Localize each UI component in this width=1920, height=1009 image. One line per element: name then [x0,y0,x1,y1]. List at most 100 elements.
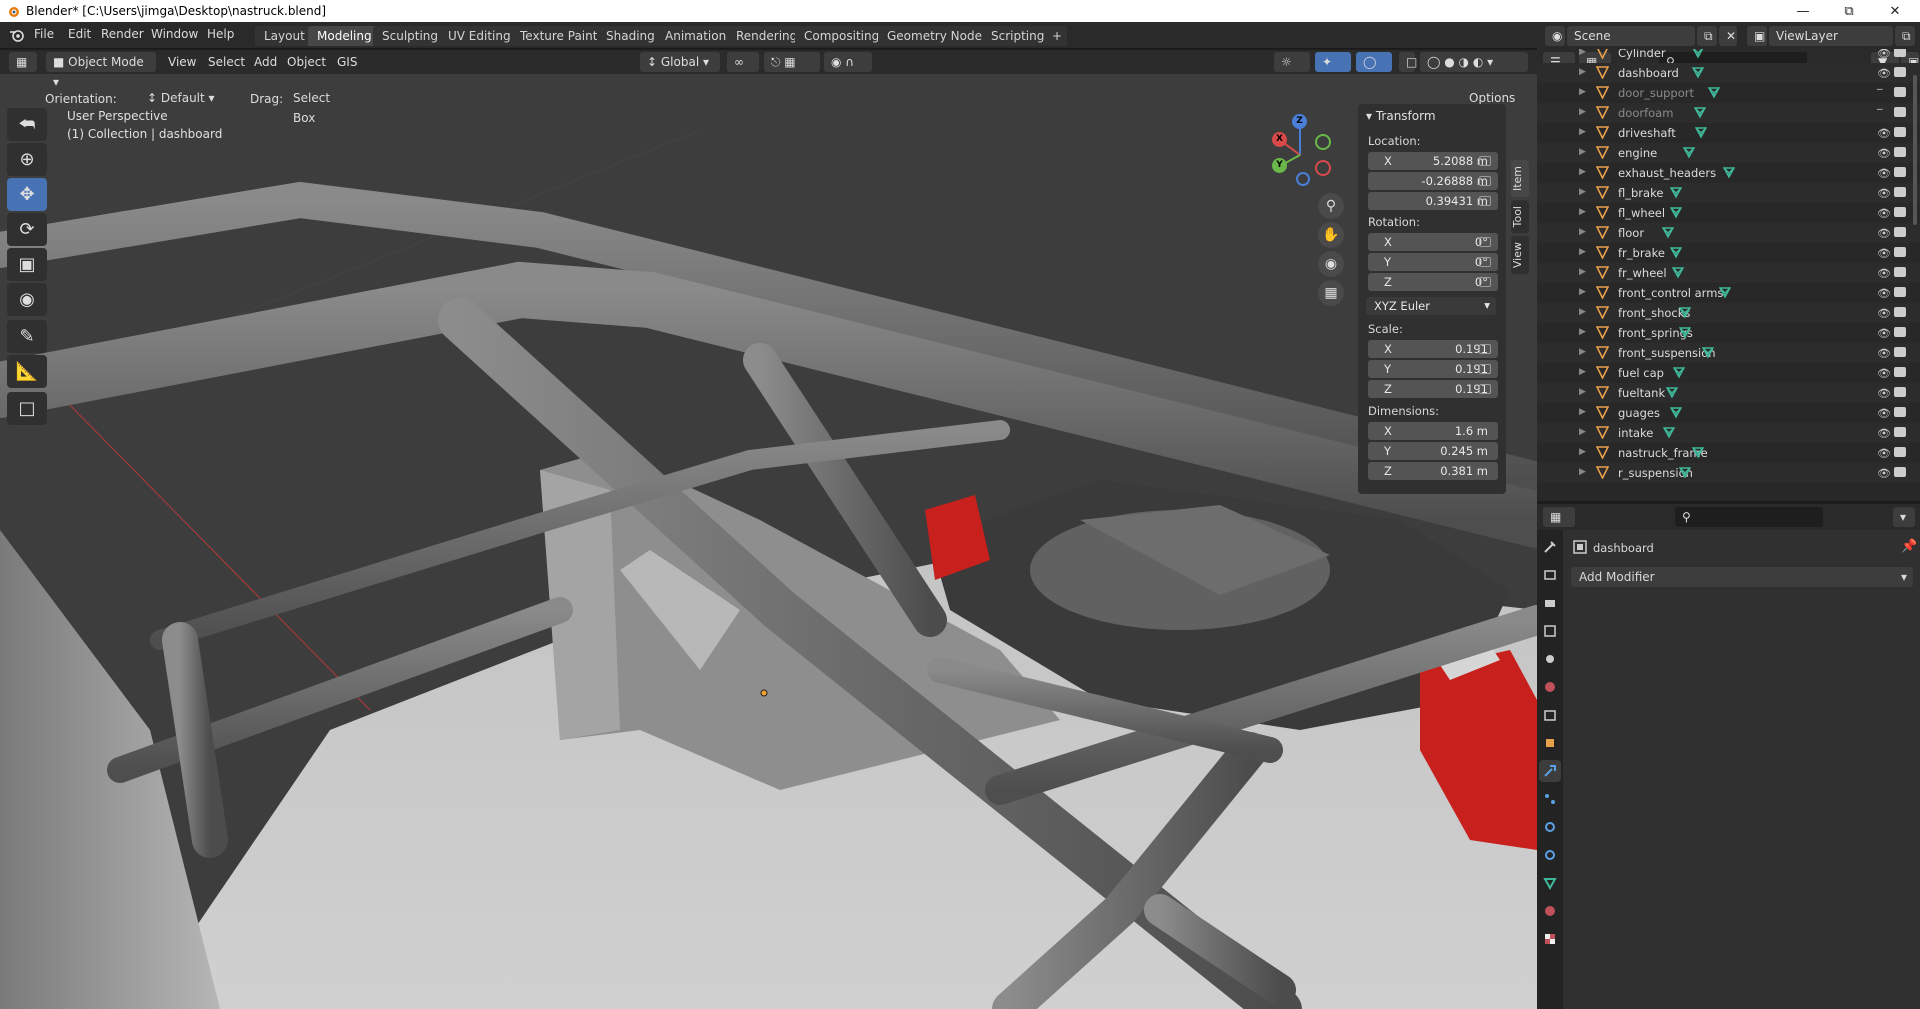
menu-render[interactable]: Render [101,27,144,41]
xray-icon[interactable]: □ [1399,52,1417,72]
dimensions-y-field[interactable]: Y 0.245 m [1368,442,1498,460]
render-camera-icon[interactable] [1894,387,1906,397]
visibility-eye-icon[interactable]: 👁 [1877,327,1891,340]
visibility-eye-icon[interactable]: ‾ [1877,87,1883,100]
snap-icon[interactable]: ⎋ ▦ [764,52,820,72]
gizmo-toggle-icon[interactable]: ✦ [1315,52,1351,72]
visibility-eye-icon[interactable]: 👁 [1877,287,1891,300]
minimize-icon[interactable]: — [1780,0,1826,22]
expand-arrow-icon[interactable]: ▶ [1579,347,1586,357]
visibility-eye-icon[interactable]: 👁 [1877,307,1891,320]
transform-orientation-dropdown[interactable]: ↕ Global ▾ [640,52,720,72]
editor-type-icon[interactable]: ▦ [9,52,37,72]
annotate-tool-icon[interactable]: ✎ [7,320,47,353]
outliner-row[interactable]: ▶ guages 👁 [1537,403,1920,423]
expand-arrow-icon[interactable]: ▶ [1579,447,1586,457]
output-tab-icon[interactable] [1539,592,1561,614]
gizmo-z-axis[interactable]: Z [1292,114,1307,129]
rotation-mode-dropdown[interactable]: XYZ Euler ▾ [1366,297,1496,315]
expand-arrow-icon[interactable]: ▶ [1579,247,1586,257]
mesh-data-icon[interactable] [1718,285,1732,299]
outliner-row[interactable]: ▶ fueltank 👁 [1537,383,1920,403]
blender-menu-icon[interactable] [9,28,25,42]
visibility-eye-icon[interactable]: 👁 [1877,347,1891,360]
overlay-toggle-icon[interactable]: ◯ [1356,52,1392,72]
mesh-data-icon[interactable] [1662,425,1676,439]
visibility-eye-icon[interactable]: 👁 [1877,227,1891,240]
expand-arrow-icon[interactable]: ▶ [1579,107,1586,117]
view-layer-icon[interactable]: ▣ [1747,26,1767,46]
outliner-row[interactable]: ▶ front_springs 👁 [1537,323,1920,343]
render-camera-icon[interactable] [1894,247,1906,257]
modifier-tab-icon[interactable] [1539,760,1561,782]
tab-view[interactable]: View [1511,236,1529,275]
outliner-row[interactable]: ▶ intake 👁 [1537,423,1920,443]
add-cube-tool-icon[interactable]: □ [7,392,47,425]
outliner-row[interactable]: ▶ front_shocks 👁 [1537,303,1920,323]
options-chevron-icon[interactable]: ▾ [1893,507,1915,527]
render-camera-icon[interactable] [1894,187,1906,197]
mesh-data-icon[interactable] [1691,65,1705,79]
expand-arrow-icon[interactable]: ▶ [1579,387,1586,397]
cursor-tool-icon[interactable]: ⊕ [7,143,47,176]
outliner-row[interactable]: ▶ engine 👁 [1537,143,1920,163]
visibility-eye-icon[interactable]: 👁 [1877,67,1891,80]
close-icon[interactable]: ✕ [1872,0,1918,22]
visibility-eye-icon[interactable]: 👁 [1877,49,1891,60]
lock-icon[interactable] [1479,257,1491,267]
expand-arrow-icon[interactable]: ▶ [1579,207,1586,217]
tab-compositing[interactable]: Compositing [795,26,889,46]
menu-file[interactable]: File [34,27,54,41]
rotate-tool-icon[interactable]: ⟳ [7,213,47,246]
visibility-eye-icon[interactable]: 👁 [1877,407,1891,420]
visibility-eye-icon[interactable]: 👁 [1877,207,1891,220]
view-layer-name-field[interactable]: ViewLayer [1769,26,1893,46]
render-camera-icon[interactable] [1894,407,1906,417]
world-tab-icon[interactable] [1539,676,1561,698]
scale-tool-icon[interactable]: ▣ [7,248,47,281]
measure-tool-icon[interactable]: 📐 [7,355,47,388]
expand-arrow-icon[interactable]: ▶ [1579,87,1586,97]
render-tab-icon[interactable] [1539,564,1561,586]
tab-scripting[interactable]: Scripting [982,26,1054,46]
tab-item[interactable]: Item [1511,160,1529,198]
view-layer-tab-icon[interactable] [1539,620,1561,642]
outliner-row[interactable]: ▶ fr_wheel 👁 [1537,263,1920,283]
render-camera-icon[interactable] [1894,347,1906,357]
mesh-data-icon[interactable] [1669,245,1683,259]
outliner-row[interactable]: ▶ fl_wheel 👁 [1537,203,1920,223]
visibility-eye-icon[interactable]: 👁 [1877,367,1891,380]
mesh-data-icon[interactable] [1707,85,1721,99]
shading-modes[interactable]: ◯ ● ◑ ◐ ▾ [1420,52,1528,72]
tab-sculpting[interactable]: Sculpting [373,26,448,46]
visibility-eye-icon[interactable]: 👁 [1877,467,1891,480]
mesh-data-icon[interactable] [1661,225,1675,239]
render-camera-icon[interactable] [1894,307,1906,317]
visibility-eye-icon[interactable]: 👁 [1877,247,1891,260]
expand-arrow-icon[interactable]: ▶ [1579,227,1586,237]
expand-arrow-icon[interactable]: ▶ [1579,367,1586,377]
mesh-data-icon[interactable] [1678,305,1692,319]
expand-arrow-icon[interactable]: ▶ [1579,49,1586,57]
move-tool-icon[interactable]: ✥ [7,178,47,211]
scene-tab-icon[interactable] [1539,648,1561,670]
expand-arrow-icon[interactable]: ▶ [1579,287,1586,297]
menu-edit[interactable]: Edit [68,27,91,41]
tab-shading[interactable]: Shading [597,26,664,46]
render-camera-icon[interactable] [1894,327,1906,337]
proportional-edit-icon[interactable]: ◉ ∩ [824,52,872,72]
mesh-data-icon[interactable] [1669,185,1683,199]
tool-tab-icon[interactable] [1539,536,1561,558]
physics-tab-icon[interactable] [1539,816,1561,838]
new-scene-icon[interactable]: ⧉ [1697,26,1717,46]
tab-geometry-nodes[interactable]: Geometry Nodes [878,26,998,46]
visibility-eye-icon[interactable]: 👁 [1877,267,1891,280]
outliner-row[interactable]: ▶ floor 👁 [1537,223,1920,243]
render-camera-icon[interactable] [1894,207,1906,217]
expand-arrow-icon[interactable]: ▶ [1579,187,1586,197]
outliner-row[interactable]: ▶ exhaust_headers 👁 [1537,163,1920,183]
render-camera-icon[interactable] [1894,49,1906,57]
render-camera-icon[interactable] [1894,467,1906,477]
expand-arrow-icon[interactable]: ▶ [1579,427,1586,437]
constraints-tab-icon[interactable] [1539,844,1561,866]
